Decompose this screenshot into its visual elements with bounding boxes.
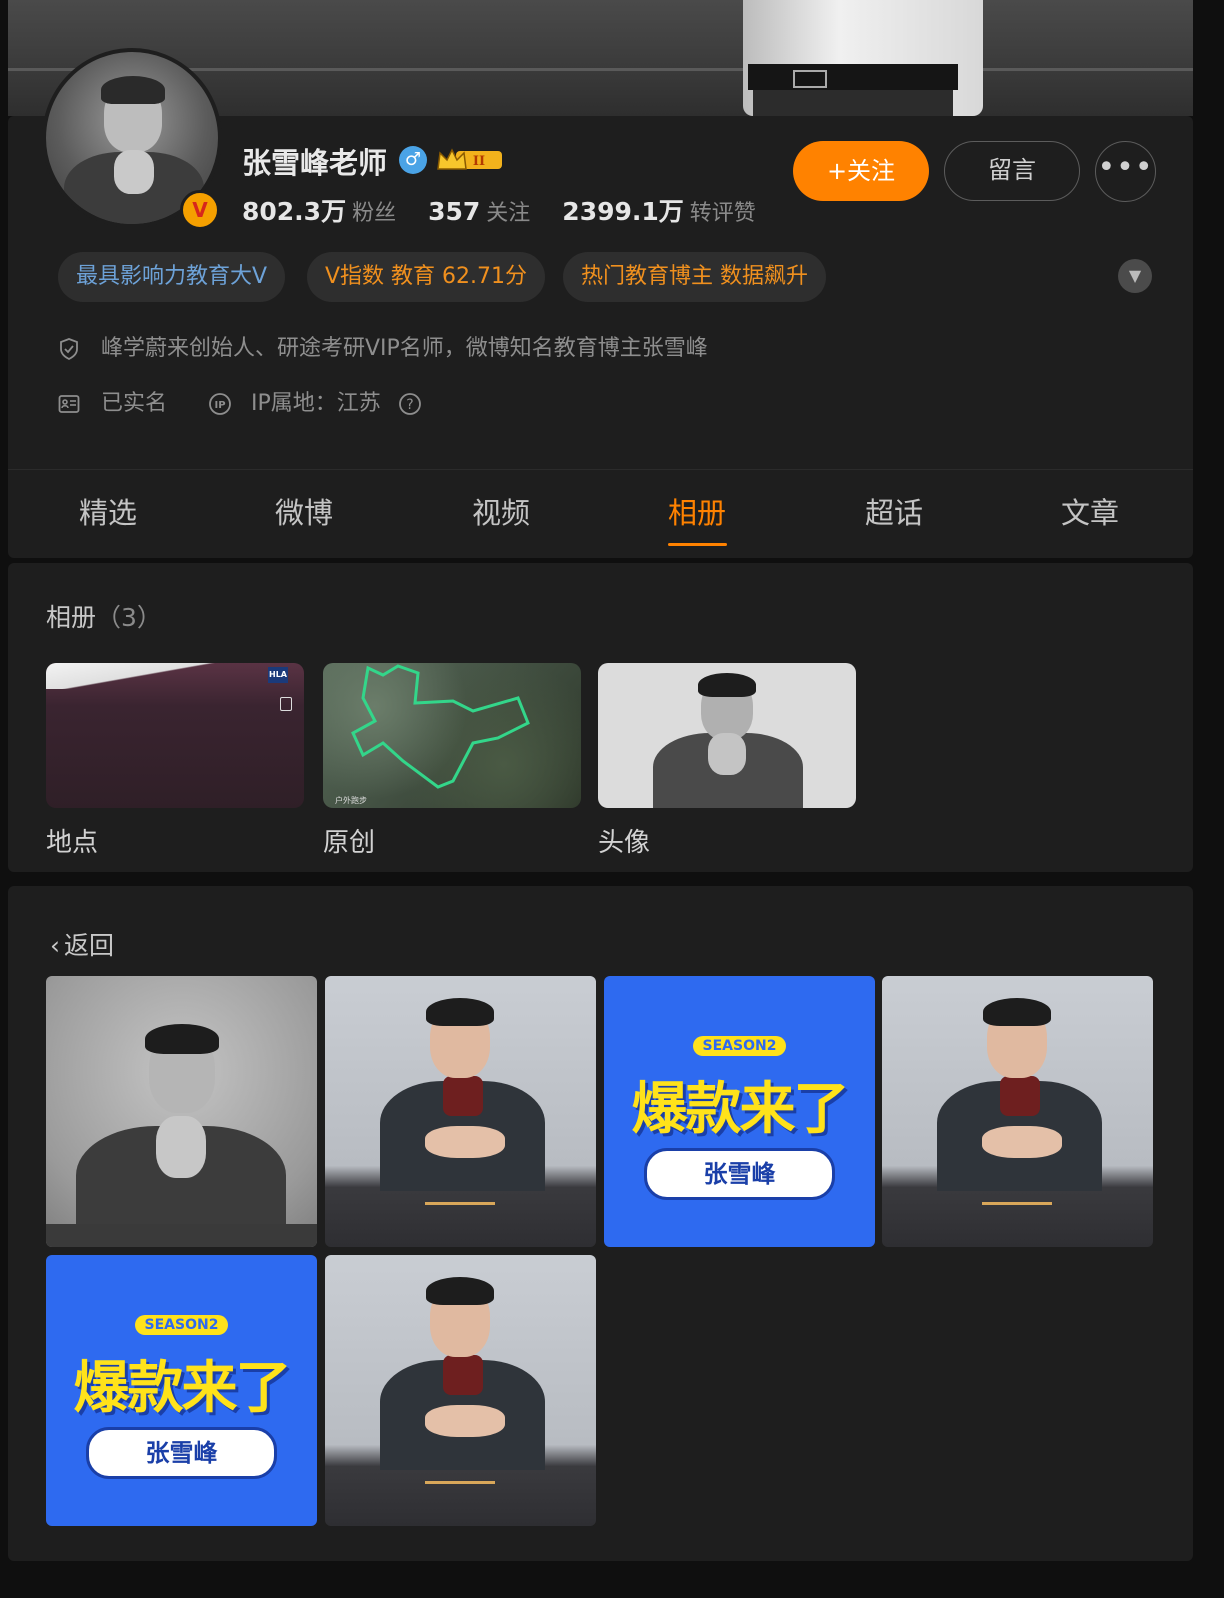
bio-text: 峰学蔚来创始人、研途考研VIP名师，微博知名教育博主张雪峰	[101, 336, 708, 361]
album-label-avatar[interactable]: 头像	[598, 822, 650, 859]
male-icon: ♂	[399, 146, 427, 174]
chevron-left-icon: ‹	[50, 931, 60, 960]
following-count[interactable]: 357	[428, 197, 480, 226]
chevron-down-icon[interactable]: ▼	[1118, 259, 1152, 293]
id-card-icon	[58, 395, 80, 413]
album-thumb-location[interactable]: HLA	[46, 663, 304, 808]
fans-label[interactable]: 粉丝	[352, 201, 396, 226]
tag-influence[interactable]: 最具影响力教育大V	[58, 252, 286, 302]
tab-video[interactable]: 视频	[451, 490, 551, 532]
photo-item[interactable]: SEASON2 爆款来了 张雪峰	[604, 976, 875, 1247]
tab-articles[interactable]: 文章	[1040, 490, 1140, 532]
run-label: 户外跑步	[335, 796, 367, 805]
tag-v-index[interactable]: V指数 教育 62.71分	[307, 252, 546, 302]
profile-stats: 802.3万 粉丝 357 关注 2399.1万 转评赞	[242, 192, 788, 228]
tag-hot-blogger[interactable]: 热门教育博主 数据飙升	[563, 252, 826, 302]
help-icon[interactable]: ?	[398, 392, 422, 416]
crown-level-icon: II	[437, 148, 502, 170]
interactions-label: 转评赞	[689, 201, 756, 226]
following-label[interactable]: 关注	[486, 201, 530, 226]
tab-album[interactable]: 相册	[647, 490, 747, 532]
hla-logo: HLA	[268, 667, 288, 683]
photo-item[interactable]	[325, 1255, 596, 1526]
interactions-count: 2399.1万	[562, 197, 684, 226]
ip-icon: IP	[209, 393, 231, 415]
divider	[8, 469, 1193, 470]
photo-item[interactable]	[882, 976, 1153, 1247]
album-label-original[interactable]: 原创	[323, 822, 375, 859]
ip-location: IP属地：江苏	[251, 391, 381, 416]
svg-text:?: ?	[406, 397, 413, 413]
album-section-title: 相册（3）	[46, 603, 162, 632]
svg-text:II: II	[473, 154, 485, 169]
album-thumb-original[interactable]: 户外跑步	[323, 663, 581, 808]
tab-super-topic[interactable]: 超话	[844, 490, 944, 532]
realname-label: 已实名	[101, 391, 168, 416]
user-name: 张雪峰老师	[242, 146, 388, 180]
album-label-location[interactable]: 地点	[46, 822, 98, 859]
verified-badge-icon: V	[180, 190, 220, 230]
follow-button[interactable]: +关注	[793, 141, 929, 201]
fans-count[interactable]: 802.3万	[242, 197, 346, 226]
meta-row: 已实名 IP IP属地：江苏 ?	[58, 385, 422, 417]
back-button[interactable]: ‹ 返回	[50, 926, 114, 962]
tab-weibo[interactable]: 微博	[254, 490, 354, 532]
svg-text:IP: IP	[214, 400, 225, 411]
message-button[interactable]: 留言	[944, 141, 1080, 201]
shield-icon	[60, 338, 78, 361]
active-tab-indicator	[668, 543, 727, 546]
photo-item[interactable]	[325, 976, 596, 1247]
more-options-button[interactable]: •••	[1095, 141, 1156, 202]
tab-featured[interactable]: 精选	[58, 490, 158, 532]
bio-row: 峰学蔚来创始人、研途考研VIP名师，微博知名教育博主张雪峰	[58, 330, 708, 362]
photo-item[interactable]	[46, 976, 317, 1247]
album-thumb-avatar[interactable]	[598, 663, 856, 808]
photo-item[interactable]: SEASON2 爆款来了 张雪峰	[46, 1255, 317, 1526]
